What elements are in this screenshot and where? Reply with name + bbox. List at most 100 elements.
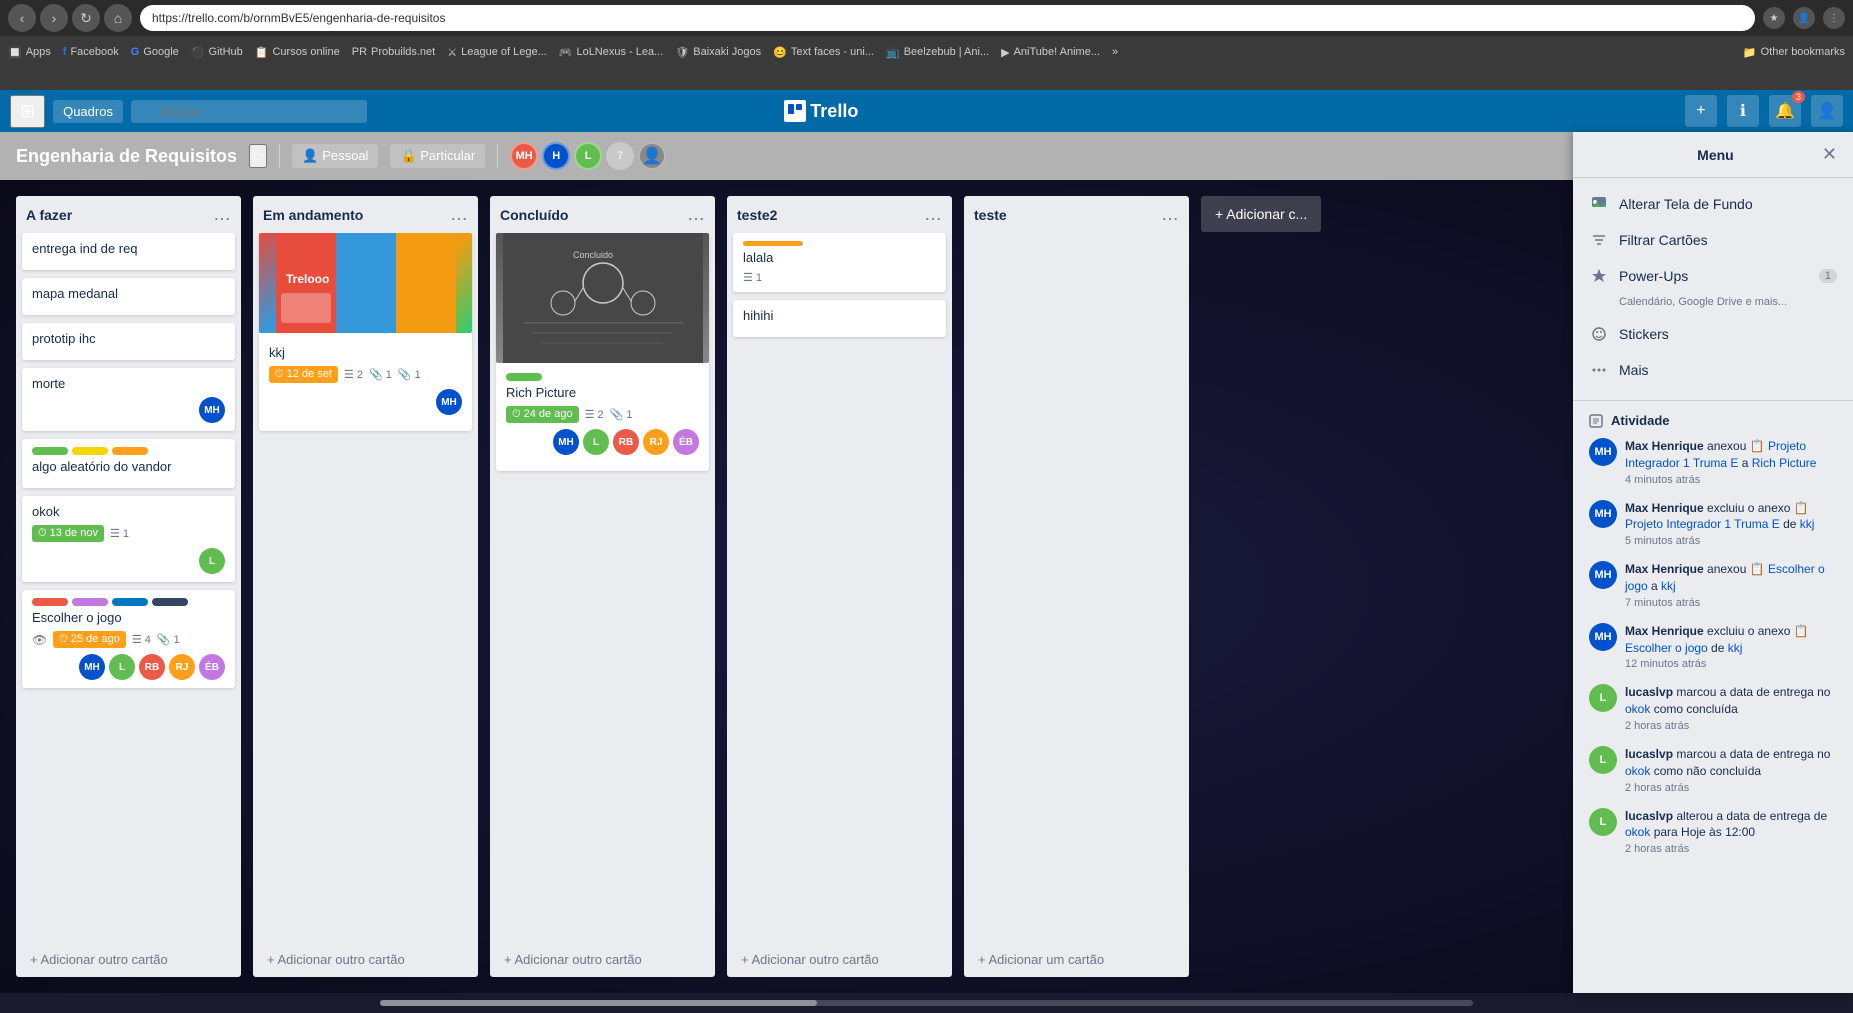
- card-escolher-attachments: 📎 1: [157, 633, 180, 646]
- member-avatar-3[interactable]: L: [574, 142, 602, 170]
- list-concluido-cards: Concluido Rich Picture ⏱ 24 de ago: [490, 233, 715, 942]
- menu-item-more[interactable]: Mais: [1573, 352, 1853, 388]
- add-card-a-fazer-button[interactable]: + Adicionar outro cartão: [24, 948, 233, 971]
- bookmark-anitube[interactable]: ▶ AniTube! Anime...: [1001, 46, 1100, 59]
- list-em-andamento-cards: Trelooo kkj ⏱ 12 de set ☰ 2 📎 1 📎 1: [253, 233, 478, 942]
- menu-items-list: Alterar Tela de Fundo Filtrar Cartões Po…: [1573, 180, 1853, 396]
- back-button[interactable]: ‹: [8, 4, 36, 32]
- list-a-fazer-cards: entrega ind de req mapa medanal prototip…: [16, 233, 241, 942]
- card-hihihi[interactable]: hihihi: [733, 300, 946, 337]
- bookmark-textfaces[interactable]: 😊 Text faces - uni...: [773, 46, 874, 59]
- menu-item-powerups-label: Power-Ups: [1619, 268, 1688, 284]
- list-concluido-menu-button[interactable]: …: [687, 204, 705, 225]
- card-lalala[interactable]: lalala ☰ 1: [733, 233, 946, 292]
- card-lalala-labels: [743, 241, 936, 246]
- personal-button[interactable]: 👤 Pessoal: [292, 144, 378, 168]
- menu-item-bg[interactable]: Alterar Tela de Fundo: [1573, 186, 1853, 222]
- card-algo-title: algo aleatório do vandor: [32, 459, 225, 474]
- card-kkj[interactable]: Trelooo kkj ⏱ 12 de set ☰ 2 📎 1 📎 1: [259, 233, 472, 431]
- trello-logo: Trello: [784, 100, 858, 122]
- probuilds-icon: PR: [352, 46, 367, 58]
- boards-button[interactable]: Quadros: [53, 100, 123, 123]
- bookmark-beelzebub[interactable]: 📺 Beelzebub | Ani...: [886, 46, 989, 59]
- card-kkj-member: MH: [436, 389, 462, 415]
- card-mapa[interactable]: mapa medanal: [22, 278, 235, 315]
- notifications-button[interactable]: 🔔 3: [1769, 95, 1801, 127]
- list-concluido: Concluído … Concluido: [490, 196, 715, 977]
- private-button[interactable]: 🔒 Particular: [390, 144, 485, 168]
- bookmark-baixaki[interactable]: 🛡 Baixaki Jogos: [675, 46, 761, 59]
- menu-item-stickers[interactable]: Stickers: [1573, 316, 1853, 352]
- svg-text:Trelooo: Trelooo: [286, 272, 329, 286]
- powerups-sub: Calendário, Google Drive e mais...: [1589, 296, 1787, 308]
- activity-avatar-7: L: [1589, 808, 1617, 836]
- card-rich-picture-title: Rich Picture: [506, 385, 699, 400]
- label-green-rp: [506, 373, 542, 381]
- bookmark-probuilds[interactable]: PR Probuilds.net: [352, 46, 436, 58]
- add-column-button[interactable]: + Adicionar c...: [1201, 196, 1321, 232]
- list-teste-menu-button[interactable]: …: [1161, 204, 1179, 225]
- activity-time-3: 7 minutos atrás: [1625, 597, 1837, 609]
- bookmark-apps[interactable]: 🔲 Apps: [8, 46, 51, 59]
- bookmark-league[interactable]: ⚔ League of Lege...: [447, 46, 547, 59]
- label-dark: [152, 598, 188, 606]
- powerups-icon: [1589, 266, 1609, 286]
- card-algo[interactable]: algo aleatório do vandor: [22, 439, 235, 488]
- card-morte[interactable]: morte MH: [22, 368, 235, 431]
- add-card-em-andamento-button[interactable]: + Adicionar outro cartão: [261, 948, 470, 971]
- home-button[interactable]: ⊞: [10, 95, 45, 128]
- member-avatar-1[interactable]: MH: [510, 142, 538, 170]
- menu-button[interactable]: ⋮: [1823, 7, 1845, 29]
- card-escolher-checklist: ☰ 4: [132, 633, 151, 646]
- add-button[interactable]: +: [1685, 95, 1717, 127]
- card-prototip[interactable]: prototip ihc: [22, 323, 235, 360]
- reload-button[interactable]: ↻: [72, 4, 100, 32]
- add-card-concluido-button[interactable]: + Adicionar outro cartão: [498, 948, 707, 971]
- watch-icon: 👁: [32, 633, 47, 647]
- scrollbar-thumb[interactable]: [380, 1000, 817, 1006]
- add-card-teste-button[interactable]: + Adicionar um cartão: [972, 948, 1181, 971]
- list-teste2-menu-button[interactable]: …: [924, 204, 942, 225]
- add-card-teste2-button[interactable]: + Adicionar outro cartão: [735, 948, 944, 971]
- bookmark-facebook[interactable]: f Facebook: [63, 46, 119, 58]
- card-rich-picture[interactable]: Concluido Rich Picture ⏱ 24 de ago: [496, 233, 709, 471]
- search-input[interactable]: [131, 100, 367, 123]
- trello-right-actions: + ℹ 🔔 3 👤: [1685, 95, 1843, 127]
- star-button[interactable]: ☆: [249, 144, 267, 168]
- profile-button[interactable]: 👤: [1811, 95, 1843, 127]
- extensions-button[interactable]: ★: [1763, 7, 1785, 29]
- activity-avatar-4: MH: [1589, 623, 1617, 651]
- bookmark-github[interactable]: ⚫ GitHub: [191, 46, 243, 59]
- list-a-fazer-menu-button[interactable]: …: [213, 204, 231, 225]
- menu-item-powerups[interactable]: Power-Ups 1 Calendário, Google Drive e m…: [1573, 258, 1853, 316]
- member-avatar-2[interactable]: H: [542, 142, 570, 170]
- url-bar[interactable]: https://trello.com/b/ornmBvE5/engenharia…: [140, 5, 1755, 31]
- card-lalala-checklist: ☰ 1: [743, 271, 762, 284]
- bookmark-other[interactable]: 📁 Other bookmarks: [1743, 46, 1845, 59]
- card-mapa-title: mapa medanal: [32, 286, 225, 301]
- scrollbar-track[interactable]: [380, 1000, 1473, 1006]
- user-profile-button[interactable]: 👤: [1793, 7, 1815, 29]
- bookmark-more[interactable]: »: [1112, 46, 1118, 58]
- invite-member-button[interactable]: 👤: [638, 142, 666, 170]
- activity-time-1: 4 minutos atrás: [1625, 474, 1837, 486]
- member-count[interactable]: 7: [606, 142, 634, 170]
- forward-button[interactable]: ›: [40, 4, 68, 32]
- bg-icon: [1589, 194, 1609, 214]
- card-kkj-att1: 📎 1: [369, 368, 392, 381]
- info-button[interactable]: ℹ: [1727, 95, 1759, 127]
- bookmark-cursos[interactable]: 📋 Cursos online: [255, 46, 340, 59]
- card-okok[interactable]: okok ⏱ 13 de nov ☰ 1 L: [22, 496, 235, 582]
- stickers-icon: [1589, 324, 1609, 344]
- bookmark-lolnexus[interactable]: 🎮 LoLNexus - Lea...: [559, 46, 664, 59]
- card-escolher[interactable]: Escolher o jogo 👁 ⏱ 25 de ago ☰ 4 📎 1 MH…: [22, 590, 235, 688]
- home-button[interactable]: ⌂: [104, 4, 132, 32]
- bookmark-google[interactable]: G Google: [131, 46, 179, 58]
- menu-panel: Menu ✕ Alterar Tela de Fundo Filtrar Car…: [1573, 180, 1853, 993]
- card-entrega[interactable]: entrega ind de req: [22, 233, 235, 270]
- list-em-andamento-menu-button[interactable]: …: [450, 204, 468, 225]
- horizontal-scrollbar: [0, 993, 1853, 1013]
- menu-item-filter[interactable]: Filtrar Cartões: [1573, 222, 1853, 258]
- github-icon: ⚫: [191, 46, 205, 59]
- activity-text-5: lucaslvp marcou a data de entrega no oko…: [1625, 684, 1837, 718]
